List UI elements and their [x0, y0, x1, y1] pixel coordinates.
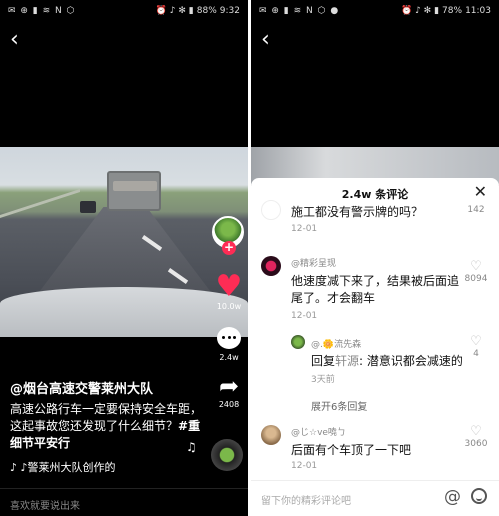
comment-author[interactable]: @じ☆ve嘵ㄅ [291, 425, 346, 438]
comment-input[interactable]: 留下你的精彩评论吧 @ [251, 480, 499, 516]
comment-date: 12-01 [291, 311, 318, 321]
comment-input[interactable]: 喜欢就要说出来 [0, 488, 248, 516]
comment-like[interactable]: ♡ 4 [459, 334, 493, 360]
comments-screen: ✉ ⊕ ▮ ≋ N ⬡ ● ⏰ ♪ ✻ ▮ 78% 11:03 ‹ 2.4w 条… [251, 0, 499, 516]
status-icons-right: ⏰ ♪ ✻ ▮ [401, 6, 440, 16]
music-disc-icon[interactable] [211, 439, 243, 471]
comment-button[interactable]: 2.4w [210, 327, 248, 362]
comment-count: 2.4w [219, 353, 239, 362]
like-button[interactable]: ♥ 10.0w [210, 269, 248, 312]
like-count: 142 [467, 205, 485, 215]
comment-date: 12-01 [291, 461, 318, 471]
reply-to-user[interactable]: 轩源 [335, 354, 359, 368]
music-info[interactable]: ♪ ♪警莱州大队创作的 [10, 459, 116, 475]
status-bar: ✉ ⊕ ▮ ≋ N ⬡ ⏰ ♪ ✻ ▮ 88% 9:32 [0, 0, 248, 22]
clock: 11:03 [465, 6, 491, 16]
comment-icon [217, 327, 241, 349]
comment-like[interactable]: ♡ 8094 [459, 259, 493, 285]
car [80, 201, 96, 213]
video-screen: ✉ ⊕ ▮ ≋ N ⬡ ⏰ ♪ ✻ ▮ 88% 9:32 ‹ + ♥ 10.0w… [0, 0, 248, 516]
share-icon: ➦ [218, 372, 240, 400]
comment-like[interactable]: ♡ 3060 [459, 424, 493, 450]
status-bar: ✉ ⊕ ▮ ≋ N ⬡ ● ⏰ ♪ ✻ ▮ 78% 11:03 [251, 0, 499, 22]
like-count: 3060 [464, 439, 488, 449]
close-icon[interactable]: ✕ [474, 182, 487, 201]
status-icons-right: ⏰ ♪ ✻ ▮ [155, 6, 194, 16]
music-note-icon: ♫ [186, 440, 197, 454]
status-icons-left: ✉ ⊕ ▮ ≋ N ⬡ ● [259, 6, 340, 16]
comment-input-placeholder: 留下你的精彩评论吧 [261, 496, 351, 507]
like-count: 8094 [464, 274, 488, 284]
share-button[interactable]: ➦ 2408 [210, 374, 248, 409]
avatar[interactable] [261, 200, 281, 220]
reply-prefix: 回复 [311, 354, 336, 368]
car-carrier-truck [107, 171, 161, 211]
avatar[interactable] [261, 256, 281, 276]
comment-text[interactable]: 他速度减下来了，结果被后面追尾了。才会翻车 [291, 273, 466, 307]
reply-body: : 潜意识都会减速的 [359, 354, 463, 368]
reply-text[interactable]: 回复轩源: 潜意识都会减速的 3天前 [311, 353, 471, 389]
follow-plus-icon[interactable]: + [222, 241, 236, 255]
video-description: 高速公路行车一定要保持安全车距，这起事故您还发现了什么细节？#重细节平安行 [10, 401, 205, 452]
comment-author[interactable]: @精彩呈现 [291, 256, 336, 269]
battery-level: 78% [442, 6, 463, 16]
back-icon[interactable]: ‹ [10, 29, 19, 51]
heart-outline-icon: ♡ [470, 259, 482, 274]
author-name[interactable]: @烟台高速交警莱州大队 [10, 378, 205, 397]
heart-outline-icon: ♡ [470, 334, 482, 349]
comment-date: 12-01 [291, 224, 318, 234]
heart-outline-icon: ♡ [470, 424, 482, 439]
avatar[interactable] [291, 335, 305, 349]
back-icon[interactable]: ‹ [261, 29, 270, 51]
mention-icon[interactable]: @ [444, 487, 461, 507]
comment-text[interactable]: 施工都没有警示牌的吗？ [291, 204, 466, 221]
reply-time: 3天前 [311, 375, 335, 385]
guardrail [0, 189, 80, 245]
heart-icon: ♥ [215, 269, 243, 304]
comment-text[interactable]: 后面有个车顶了一下吧 [291, 442, 466, 459]
description-text: 高速公路行车一定要保持安全车距，这起事故您还发现了什么细节？ [10, 402, 203, 433]
share-count: 2408 [218, 400, 240, 409]
expand-replies-link[interactable]: 展开6条回复 [311, 398, 367, 413]
emoji-icon[interactable] [471, 488, 487, 504]
comment-sheet-title: 2.4w 条评论 [341, 188, 409, 201]
status-icons-left: ✉ ⊕ ▮ ≋ N ⬡ [8, 6, 76, 16]
clock: 9:32 [219, 6, 240, 16]
battery-level: 88% [196, 6, 217, 16]
comment-like[interactable]: 142 [459, 205, 493, 215]
reply-author[interactable]: @.🌼流先森 [311, 337, 361, 350]
comment-sheet: 2.4w 条评论 ✕ 施工都没有警示牌的吗？ 12-01 142 @精彩呈现 他… [251, 178, 499, 516]
like-count: 4 [473, 349, 479, 359]
avatar[interactable] [261, 425, 281, 445]
